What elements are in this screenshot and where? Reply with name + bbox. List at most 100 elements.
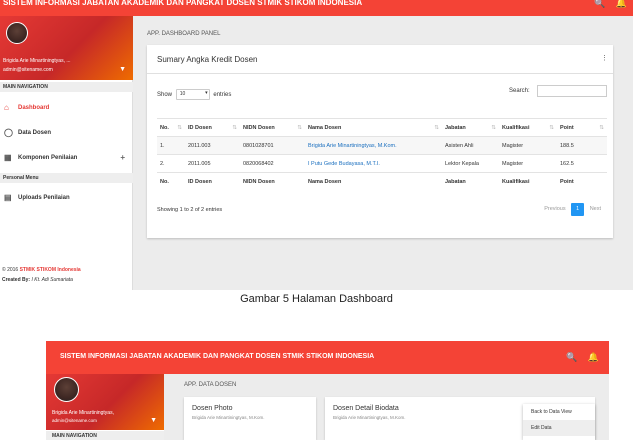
sort-icon: ⇅ (232, 124, 237, 131)
app-title: SISTEM INFORMASI JABATAN AKADEMIK DAN PA… (3, 0, 363, 7)
avatar (6, 22, 28, 44)
card-subtitle: Brigida Arie Minartiningtyas, M.Kom. (333, 415, 406, 420)
table-cell: 2011.005 (185, 154, 240, 173)
pagination-previous[interactable]: Previous (544, 206, 565, 212)
user-icon: ◯ (4, 128, 13, 137)
divider (147, 73, 613, 74)
sort-icon: ⇅ (177, 124, 182, 131)
footer-copyright: © 2016 (2, 267, 20, 273)
footer-brand[interactable]: STMIK STIKOM Indonesia (20, 267, 81, 273)
column-header[interactable]: Kualifikasi ⇅ (499, 118, 557, 137)
card-subtitle: Brigida Arie Minartiningtyas, M.Kom. (192, 415, 265, 420)
sidebar-item-komponen-penilaian[interactable]: ▦ Komponen Penilaian + (0, 146, 133, 170)
menu-item-edit-data[interactable]: Edit Data (523, 420, 595, 436)
chevron-down-icon[interactable]: ▼ (119, 66, 126, 73)
sidebar: Brigida Arie Minartiningtyas, ... admin@… (0, 16, 133, 290)
chevron-down-icon[interactable]: ▼ (150, 417, 157, 424)
profile-panel: Brigida Arie Minartiningtyas, admin@site… (46, 374, 164, 430)
column-footer: ID Dosen (185, 172, 240, 191)
plus-icon[interactable]: + (120, 146, 125, 170)
table-cell: 2011.003 (185, 136, 240, 155)
sort-icon: ⇅ (434, 124, 439, 131)
search-label: Search: (509, 88, 530, 94)
pagination: Previous 1 Next (544, 203, 601, 216)
sidebar-item-label: Komponen Penilaian (18, 155, 78, 161)
search-icon[interactable]: 🔍 (594, 0, 605, 8)
app-header: SISTEM INFORMASI JABATAN AKADEMIK DAN PA… (46, 341, 609, 374)
card-title: Dosen Detail Biodata (333, 405, 399, 412)
column-footer: Jabatan (442, 172, 499, 191)
table-cell: 188.5 (557, 136, 607, 155)
search-input[interactable] (537, 85, 607, 97)
more-vert-icon[interactable]: ⋮ (601, 54, 608, 62)
column-header[interactable]: ID Dosen ⇅ (185, 118, 240, 137)
profile-panel: Brigida Arie Minartiningtyas, ... admin@… (0, 16, 133, 80)
column-footer: Kualifikasi (499, 172, 557, 191)
card-dropdown-menu: Back to Data View Edit Data (523, 404, 595, 440)
dashboard-screenshot: SISTEM INFORMASI JABATAN AKADEMIK DAN PA… (0, 0, 633, 290)
table-cell: 1. (157, 136, 185, 155)
grid-icon: ▦ (4, 153, 12, 162)
search-icon[interactable]: 🔍 (566, 352, 577, 362)
sidebar-item-label: Uploads Penilaian (18, 195, 70, 201)
app-header: SISTEM INFORMASI JABATAN AKADEMIK DAN PA… (0, 0, 633, 16)
dosen-name-link[interactable]: I Putu Gede Budayasa, M.T.I. (305, 154, 442, 173)
column-header[interactable]: Nama Dosen ⇅ (305, 118, 442, 137)
bell-icon[interactable]: 🔔 (588, 352, 599, 362)
entries-value: 10 (179, 91, 186, 97)
data-table: No. ⇅ ID Dosen ⇅ NIDN Dosen ⇅ Nama Dosen ⇅ J… (157, 118, 607, 191)
column-footer: No. (157, 172, 185, 191)
table-footer-row: No. ID Dosen NIDN Dosen Nama Dosen Jabat… (157, 172, 607, 191)
sort-icon: ⇅ (549, 124, 554, 131)
home-icon: ⌂ (4, 103, 9, 112)
sort-icon: ⇅ (297, 124, 302, 131)
table-cell: 0820068402 (240, 154, 305, 173)
column-header[interactable]: No. ⇅ (157, 118, 185, 137)
nav-header: MAIN NAVIGATION (0, 82, 133, 92)
figure-caption: Gambar 5 Halaman Dashboard (240, 293, 393, 305)
column-header[interactable]: Jabatan ⇅ (442, 118, 499, 137)
footer-created-label: Created By: (2, 277, 31, 283)
data-dosen-screenshot: SISTEM INFORMASI JABATAN AKADEMIK DAN PA… (46, 341, 609, 440)
nav-header: MAIN NAVIGATION (46, 431, 164, 440)
table-cell: Magister (499, 136, 557, 155)
column-header[interactable]: Point ⇅ (557, 118, 607, 137)
bell-icon[interactable]: 🔔 (616, 0, 627, 8)
dosen-name-link[interactable]: Brigida Arie Minartiningtyas, M.Kom. (305, 136, 442, 155)
entries-select[interactable]: 10 ▾ (175, 89, 210, 100)
profile-email: admin@sitename.com (3, 67, 53, 73)
sidebar-footer: © 2016 STMIK STIKOM Indonesia Created By… (2, 265, 81, 285)
entries-label: entries (213, 92, 232, 99)
profile-email: admin@sitename.com (52, 418, 97, 423)
footer-created-name: I Kt. Adi Sumariata (30, 277, 73, 283)
table-cell: 0801028701 (240, 136, 305, 155)
show-label: Show (157, 92, 173, 99)
pagination-page-1[interactable]: 1 (571, 203, 585, 216)
sidebar-item-dashboard[interactable]: ⌂ Dashboard (0, 96, 133, 120)
sidebar-item-data-dosen[interactable]: ◯ Data Dosen (0, 121, 133, 145)
profile-name: Brigida Arie Minartiningtyas, (52, 410, 114, 416)
column-footer: Point (557, 172, 607, 191)
upload-icon: ▤ (4, 193, 12, 202)
column-header[interactable]: NIDN Dosen ⇅ (240, 118, 305, 137)
sidebar-item-uploads-penilaian[interactable]: ▤ Uploads Penilaian (0, 186, 133, 210)
card-title: Dosen Photo (192, 405, 233, 412)
table-header-row: No. ⇅ ID Dosen ⇅ NIDN Dosen ⇅ Nama Dosen ⇅ J… (157, 118, 607, 137)
menu-item-back-to-data-view[interactable]: Back to Data View (523, 404, 595, 420)
sort-icon: ⇅ (599, 124, 604, 131)
profile-name: Brigida Arie Minartiningtyas, ... (3, 58, 71, 64)
breadcrumb: APP. DATA DOSEN (184, 382, 237, 388)
avatar (54, 377, 79, 402)
summary-card: Sumary Angka Kredit Dosen ⋮ Show 10 ▾ ent… (147, 45, 613, 238)
pagination-next[interactable]: Next (590, 206, 601, 212)
table-cell: Magister (499, 154, 557, 173)
table-info: Showing 1 to 2 of 2 entries (157, 207, 223, 213)
column-footer: Nama Dosen (305, 172, 442, 191)
sidebar-item-label: Dashboard (18, 105, 50, 111)
table-row: 2. 2011.005 0820068402 I Putu Gede Buday… (157, 154, 607, 173)
chevron-down-icon: ▾ (205, 90, 208, 96)
table-cell: Lektor Kepala (442, 154, 499, 173)
sort-icon: ⇅ (491, 124, 496, 131)
personal-menu-header: Personal Menu (0, 173, 133, 183)
entries-length-control: Show 10 ▾ entries (157, 89, 231, 100)
